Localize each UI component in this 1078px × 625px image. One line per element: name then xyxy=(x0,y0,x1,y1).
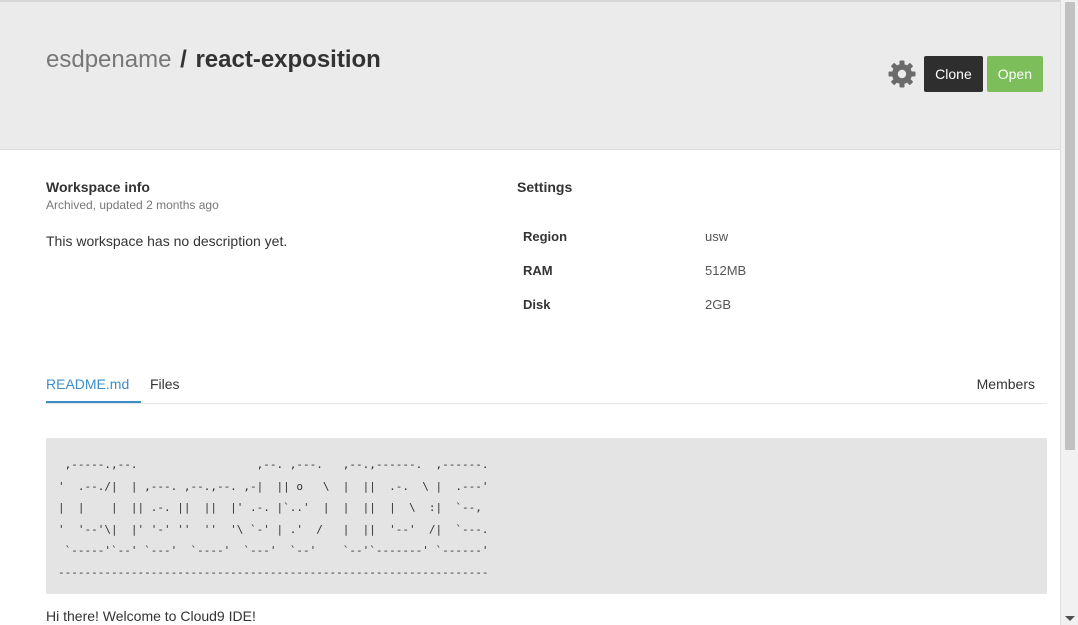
settings-row-region: Region usw xyxy=(517,228,1017,262)
open-button[interactable]: Open xyxy=(986,56,1043,92)
settings-value: 512MB xyxy=(705,263,747,278)
settings-key: Region xyxy=(523,229,568,244)
clone-button[interactable]: Clone xyxy=(924,56,983,92)
title-separator: / xyxy=(180,46,187,73)
page-title: esdpename / react-exposition xyxy=(46,45,381,75)
tab-members[interactable]: Members xyxy=(977,376,1035,392)
scroll-down-arrow-icon[interactable] xyxy=(1065,616,1075,621)
settings-panel: Settings Region usw RAM 512MB Disk 2GB xyxy=(517,178,1017,330)
tab-files[interactable]: Files xyxy=(150,376,180,392)
settings-key: Disk xyxy=(523,297,551,312)
workspace-header: esdpename / react-exposition Clone Open xyxy=(0,2,1060,150)
settings-table: Region usw RAM 512MB Disk 2GB xyxy=(517,228,1017,330)
settings-value: 2GB xyxy=(705,297,732,312)
settings-heading: Settings xyxy=(517,179,573,195)
content-tabs: README.md Files Members xyxy=(46,372,1047,404)
workspace-name: react-exposition xyxy=(195,46,381,73)
workspace-description: This workspace has no description yet. xyxy=(46,233,288,249)
ascii-art-banner: ,-----.,--. ,--. ,---. ,--.,------. ,---… xyxy=(58,458,489,579)
header-actions: Clone Open xyxy=(887,56,1043,92)
gear-icon[interactable] xyxy=(887,59,917,89)
workspace-info-heading: Workspace info xyxy=(46,179,150,195)
settings-value: usw xyxy=(705,229,729,244)
settings-row-disk: Disk 2GB xyxy=(517,296,1017,330)
readme-code-block: ,-----.,--. ,--. ,---. ,--.,------. ,---… xyxy=(46,438,1047,594)
workspace-info: Workspace info Archived, updated 2 month… xyxy=(46,178,476,250)
vertical-scrollbar[interactable] xyxy=(1060,0,1078,625)
tab-readme[interactable]: README.md xyxy=(46,376,142,403)
settings-row-ram: RAM 512MB xyxy=(517,262,1017,296)
scrollbar-thumb[interactable] xyxy=(1065,2,1075,450)
workspace-status: Archived, updated 2 months ago xyxy=(46,198,219,212)
settings-key: RAM xyxy=(523,263,553,278)
readme-welcome-text: Hi there! Welcome to Cloud9 IDE! xyxy=(46,608,256,624)
owner-name[interactable]: esdpename xyxy=(46,46,171,73)
